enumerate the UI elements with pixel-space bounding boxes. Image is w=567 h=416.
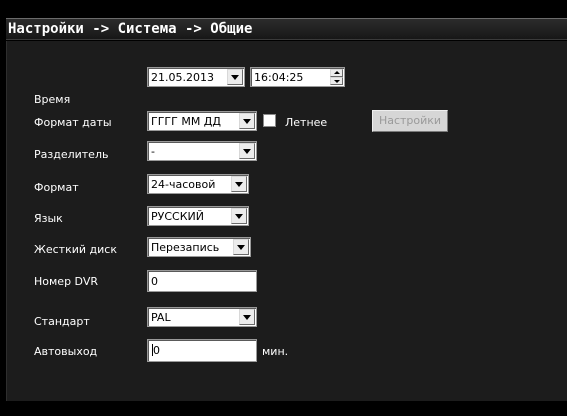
date-format-select[interactable]: ГГГГ ММ ДД [147,111,257,131]
dvr-number-value: 0 [151,275,158,288]
dst-label: Летнее [285,116,328,129]
settings-button[interactable]: Настройки [372,110,448,132]
date-format-value: ГГГГ ММ ДД [151,115,221,128]
time-format-select[interactable]: 24-часовой [147,174,249,194]
spin-up-icon[interactable] [330,69,343,77]
time-input[interactable]: 16:04:25 [250,67,345,87]
dvr-number-input[interactable]: 0 [147,270,257,292]
separator-label: Разделитель [34,148,109,161]
separator-select[interactable]: - [147,141,257,161]
standard-select[interactable]: PAL [147,307,257,327]
auto-logout-label: Автовыход [34,345,98,358]
hard-disk-select[interactable]: Перезапись [147,237,251,257]
dst-checkbox[interactable] [263,114,276,127]
settings-window: Настройки -> Система -> Общие Время 21.0… [0,0,567,416]
language-label: Язык [34,212,63,225]
hard-disk-label: Жесткий диск [34,243,117,256]
separator-dropdown-arrow-icon[interactable] [239,143,255,159]
dvr-number-label: Номер DVR [34,275,98,288]
date-format-dropdown-arrow-icon[interactable] [239,113,255,129]
standard-label: Стандарт [34,315,90,328]
date-dropdown-arrow-icon[interactable] [227,69,243,85]
time-format-label: Формат [34,181,79,194]
language-dropdown-arrow-icon[interactable] [231,208,247,224]
time-value: 16:04:25 [254,71,304,84]
hard-disk-dropdown-arrow-icon[interactable] [233,239,249,255]
auto-logout-value: 0 [151,344,160,357]
date-select[interactable]: 21.05.2013 [147,67,245,87]
time-spinner[interactable] [330,69,343,85]
standard-value: PAL [151,311,171,324]
time-format-dropdown-arrow-icon[interactable] [231,176,247,192]
auto-logout-number: 0 [153,344,160,357]
language-value: РУССКИЙ [151,210,204,223]
language-select[interactable]: РУССКИЙ [147,206,249,226]
window-title: Настройки -> Система -> Общие [8,21,253,37]
spin-down-icon[interactable] [330,77,343,85]
standard-dropdown-arrow-icon[interactable] [239,309,255,325]
title-bar: Настройки -> Система -> Общие [6,18,567,40]
separator-value: - [151,145,155,158]
time-label: Время [34,93,71,106]
auto-logout-input[interactable]: 0 [147,339,257,362]
auto-logout-unit: мин. [262,345,289,358]
time-format-value: 24-часовой [151,178,216,191]
date-value: 21.05.2013 [151,71,214,84]
hard-disk-value: Перезапись [151,241,220,254]
bottom-strip [6,401,567,416]
date-format-label: Формат даты [34,116,112,129]
